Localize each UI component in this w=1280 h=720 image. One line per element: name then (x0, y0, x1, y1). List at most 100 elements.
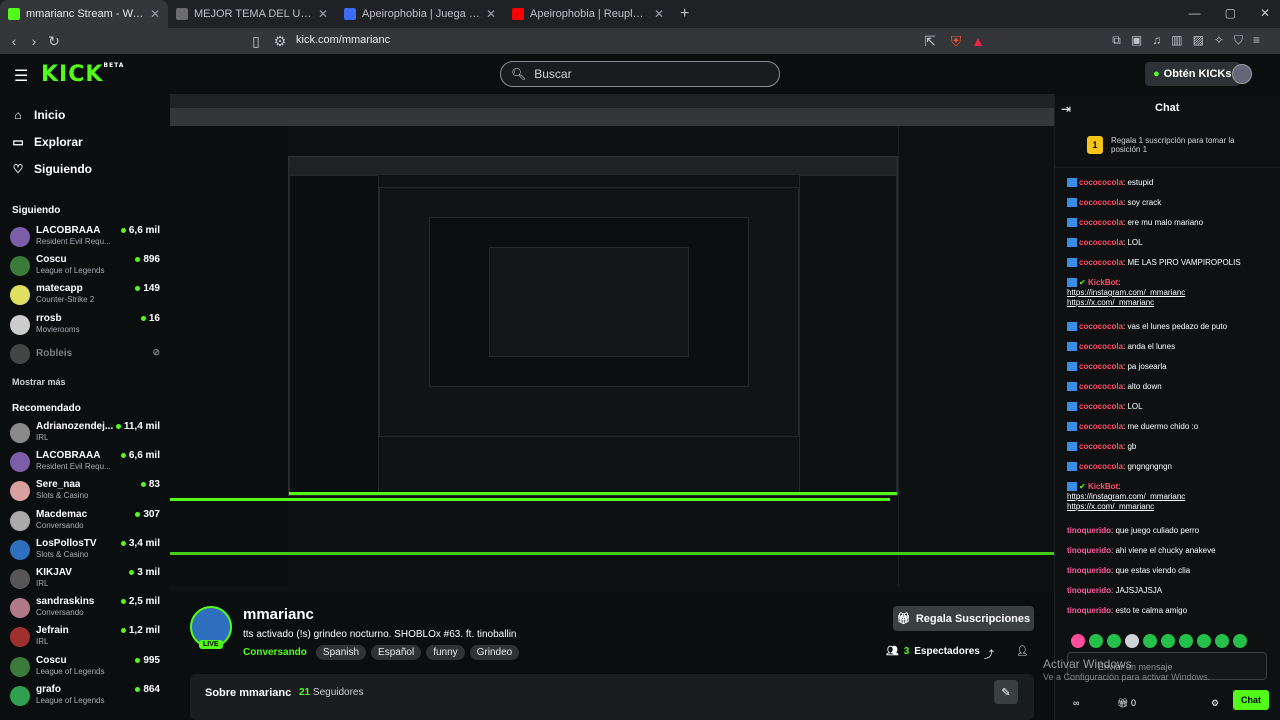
chat-username[interactable]: tinoquerido (1067, 606, 1111, 615)
wallet-icon[interactable]: ▣ (1131, 33, 1142, 48)
chat-link[interactable]: https://instagram.com/_mmarianc (1067, 288, 1185, 297)
chat-username[interactable]: KickBot (1088, 278, 1118, 287)
chat-username[interactable]: cocococola (1079, 342, 1123, 351)
sidebar-channel-item[interactable]: Coscu League of Legends 995 (10, 654, 160, 680)
emote-icon[interactable] (1125, 634, 1139, 648)
browser-tab[interactable]: Apeirophobia | Reuploaded old Teas ✕ (504, 0, 672, 28)
chat-username[interactable]: tinoquerido (1067, 566, 1111, 575)
emote-icon[interactable] (1143, 634, 1157, 648)
sidebar-channel-item[interactable]: Sere_naa Slots & Casino 83 (10, 478, 160, 504)
video-player[interactable] (170, 94, 1054, 592)
new-tab-icon[interactable]: + (672, 5, 697, 23)
chat-username[interactable]: KickBot (1088, 482, 1118, 491)
close-icon[interactable]: ✕ (318, 7, 328, 21)
emote-icon[interactable] (1197, 634, 1211, 648)
chat-username[interactable]: cocococola (1079, 382, 1123, 391)
browser-tab[interactable]: Apeirophobia | Juega en Roblox ✕ (336, 0, 504, 28)
menu-icon[interactable]: ≡ (1253, 33, 1260, 48)
sidebar-toggle-icon[interactable]: ▥ (1171, 33, 1182, 48)
vpn-icon[interactable]: ⛉ (1234, 33, 1243, 48)
video-progress-bar[interactable] (170, 498, 890, 501)
chat-username[interactable]: tinoquerido (1067, 526, 1111, 535)
emote-icon[interactable] (1107, 634, 1121, 648)
sidebar-channel-item[interactable]: LACOBRAAA Resident Evil Requ... 6,6 mil (10, 449, 160, 475)
emote-icon[interactable] (1089, 634, 1103, 648)
sidebar-channel-item[interactable]: KIKJAV IRL 3 mil (10, 566, 160, 592)
minimize-icon[interactable]: — (1189, 6, 1201, 20)
chat-username[interactable]: tinoquerido (1067, 586, 1111, 595)
chat-username[interactable]: cocococola (1079, 362, 1123, 371)
emote-icon[interactable] (1179, 634, 1193, 648)
emote-icon[interactable] (1071, 634, 1085, 648)
sidebar-channel-item[interactable]: LACOBRAAA Resident Evil Requ... 6,6 mil (10, 224, 160, 250)
sidebar-channel-offline[interactable]: Robleis ⊘ (10, 341, 160, 367)
chat-username[interactable]: tinoquerido (1067, 546, 1111, 555)
bookmark-icon[interactable]: ▯ (246, 33, 266, 50)
emote-icon[interactable] (1161, 634, 1175, 648)
forward-icon[interactable]: › (24, 33, 44, 49)
follow-user-icon[interactable]: 👤︎ (1016, 646, 1029, 657)
kicks-icon[interactable]: ∞ (1073, 698, 1079, 708)
sidebar-item-following[interactable]: ♡ Siguiendo (12, 162, 92, 176)
photos-icon[interactable]: ▨ (1193, 33, 1204, 48)
close-icon[interactable]: ✕ (150, 7, 160, 21)
back-icon[interactable]: ‹ (4, 33, 24, 49)
close-icon[interactable]: ✕ (654, 7, 664, 21)
sidebar-channel-item[interactable]: sandraskins Conversando 2,5 mil (10, 595, 160, 621)
sidebar-channel-item[interactable]: grafo League of Legends 864 (10, 683, 160, 709)
sidebar-item-home[interactable]: ⌂ Inicio (12, 108, 65, 122)
chat-username[interactable]: cocococola (1079, 258, 1123, 267)
emote-icon[interactable] (1215, 634, 1229, 648)
sidebar-channel-item[interactable]: matecapp Counter-Strike 2 149 (10, 282, 160, 308)
emote-icon[interactable] (1233, 634, 1247, 648)
hamburger-menu-icon[interactable]: ☰ (14, 66, 28, 86)
share-icon[interactable]: ⇱ (920, 33, 940, 50)
stream-category[interactable]: Conversando (243, 647, 307, 658)
reload-icon[interactable]: ↻ (44, 33, 64, 50)
gift-subscriptions-button[interactable]: 🎁︎ Regala Suscripciones (893, 606, 1034, 631)
kick-logo[interactable]: KICKBETA (41, 62, 124, 87)
tag-pill[interactable]: Spanish (315, 645, 367, 660)
close-window-icon[interactable]: ✕ (1260, 6, 1270, 20)
chat-link[interactable]: https://instagram.com/_mmarianc (1067, 492, 1185, 501)
brave-rewards-icon[interactable]: ▲ (968, 33, 988, 49)
show-more-link[interactable]: Mostrar más (12, 377, 66, 387)
collapse-chat-icon[interactable]: ⇥ (1061, 102, 1071, 116)
chat-username[interactable]: cocococola (1079, 402, 1123, 411)
close-icon[interactable]: ✕ (486, 7, 496, 21)
share-icon[interactable]: ⤴ (984, 646, 994, 661)
sidebar-channel-item[interactable]: Jefrain IRL 1,2 mil (10, 624, 160, 650)
search-input[interactable]: 🔍︎ Buscar (500, 61, 780, 87)
chat-username[interactable]: cocococola (1079, 322, 1123, 331)
streamer-name[interactable]: mmarianc (243, 606, 314, 623)
chat-username[interactable]: cocococola (1079, 442, 1123, 451)
site-info-icon[interactable]: ⚙ (270, 33, 290, 50)
chat-username[interactable]: cocococola (1079, 238, 1123, 247)
get-kicks-button[interactable]: ● Obtén KICKs (1145, 62, 1240, 86)
edit-pencil-icon[interactable]: ✎ (994, 680, 1018, 704)
url-field[interactable]: kick.com/mmarianc (296, 34, 390, 46)
chat-username[interactable]: cocococola (1079, 178, 1123, 187)
music-icon[interactable]: ♫ (1152, 33, 1161, 48)
chat-username[interactable]: cocococola (1079, 218, 1123, 227)
chat-username[interactable]: cocococola (1079, 198, 1123, 207)
tag-pill[interactable]: Español (371, 645, 422, 660)
pinned-gift-banner[interactable]: 1 Regala 1 suscripción para tomar la pos… (1055, 126, 1280, 168)
gift-icon[interactable]: 🎁︎ (1117, 698, 1128, 709)
settings-gear-icon[interactable]: ⚙ (1211, 698, 1219, 709)
extensions-icon[interactable]: ⧉ (1112, 33, 1121, 48)
tag-pill[interactable]: funny (426, 645, 465, 660)
browser-tab[interactable]: MEJOR TEMA DEL UNDER ARG Brack ✕ (168, 0, 336, 28)
sidebar-channel-item[interactable]: Coscu League of Legends 896 (10, 253, 160, 279)
brave-shield-icon[interactable]: ⛨ (946, 33, 966, 50)
maximize-icon[interactable]: ▢ (1225, 6, 1236, 20)
user-avatar[interactable] (1232, 64, 1252, 84)
sidebar-channel-item[interactable]: Adrianozendej... IRL 11,4 mil (10, 420, 160, 446)
chat-link[interactable]: https://x.com/_mmarianc (1067, 502, 1154, 511)
browser-tab[interactable]: mmarianc Stream - Watch Live ✕ (0, 0, 168, 28)
sidebar-channel-item[interactable]: LosPollosTV Slots & Casino 3,4 mil (10, 537, 160, 563)
send-chat-button[interactable]: Chat (1233, 690, 1269, 710)
ai-icon[interactable]: ✧ (1214, 33, 1224, 48)
chat-username[interactable]: cocococola (1079, 422, 1123, 431)
chat-username[interactable]: cocococola (1079, 462, 1123, 471)
